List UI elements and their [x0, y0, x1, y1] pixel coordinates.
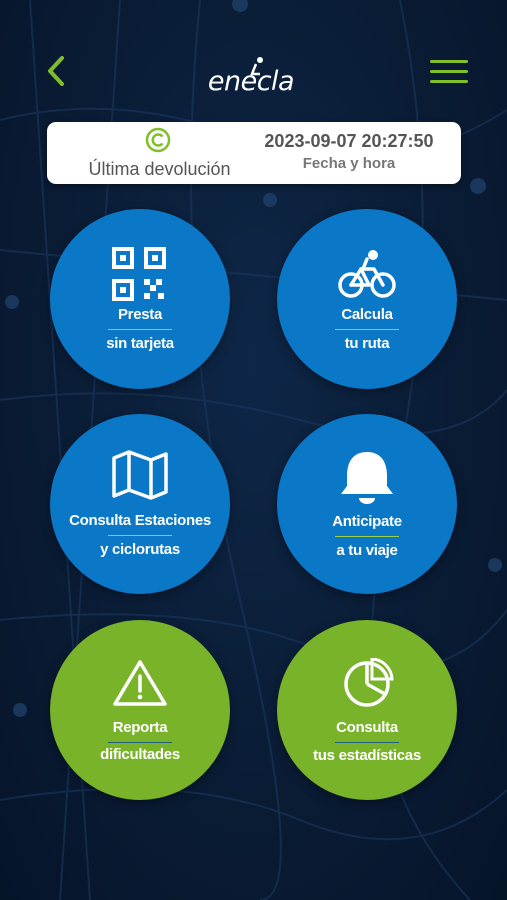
action-label-line1: Calcula	[341, 306, 393, 323]
statistics-button[interactable]: Consulta tus estadísticas	[277, 620, 457, 800]
action-label-line2: tu ruta	[344, 335, 390, 352]
cyclist-icon	[338, 250, 396, 298]
label-divider	[108, 329, 172, 330]
action-label-line1: Anticipate	[332, 513, 402, 530]
pie-chart-icon	[344, 658, 394, 707]
report-difficulties-button[interactable]: Reporta dificultades	[50, 620, 230, 800]
datetime-label: Fecha y hora	[302, 155, 396, 172]
last-return-datetime: 2023-09-07 20:27:50	[264, 131, 434, 151]
anticipate-trip-button[interactable]: Anticipate a tu viaje	[277, 414, 457, 594]
back-button[interactable]	[40, 54, 74, 88]
borrow-without-card-button[interactable]: Presta sin tarjeta	[50, 209, 230, 389]
calculate-route-button[interactable]: Calcula tu ruta	[277, 209, 457, 389]
action-label-line2: sin tarjeta	[106, 335, 174, 352]
label-divider	[335, 329, 399, 330]
action-label-line1: Presta	[117, 306, 163, 323]
stations-and-bike-routes-button[interactable]: Consulta Estaciones y ciclorutas	[50, 414, 230, 594]
action-label-line2: y ciclorutas	[100, 541, 180, 558]
copyright-circle-icon	[145, 127, 171, 153]
label-divider	[108, 742, 172, 743]
action-label-line2: tus estadísticas	[313, 747, 421, 764]
chevron-left-icon	[48, 56, 64, 86]
map-icon	[112, 450, 168, 500]
bell-icon	[341, 452, 393, 504]
last-return-card: Última devolución 2023-09-07 20:27:50 Fe…	[47, 122, 461, 184]
app-logo: enecla	[196, 52, 306, 98]
label-divider	[335, 536, 399, 537]
datetime-section: 2023-09-07 20:27:50 Fecha y hora	[237, 122, 461, 184]
action-label-line1: Consulta Estaciones	[69, 512, 211, 529]
action-label-line2: dificultades	[100, 746, 180, 763]
action-label-line1: Consulta	[336, 719, 398, 736]
qr-code-icon	[112, 247, 166, 301]
logo-text: enecla	[207, 66, 295, 97]
label-divider	[108, 535, 172, 536]
top-bar: enecla	[0, 0, 507, 110]
action-label-line1: Reporta	[112, 719, 168, 736]
menu-button[interactable]	[430, 58, 468, 86]
action-label-line2: a tu viaje	[336, 542, 398, 559]
warning-icon	[113, 660, 167, 706]
label-divider	[335, 742, 399, 743]
